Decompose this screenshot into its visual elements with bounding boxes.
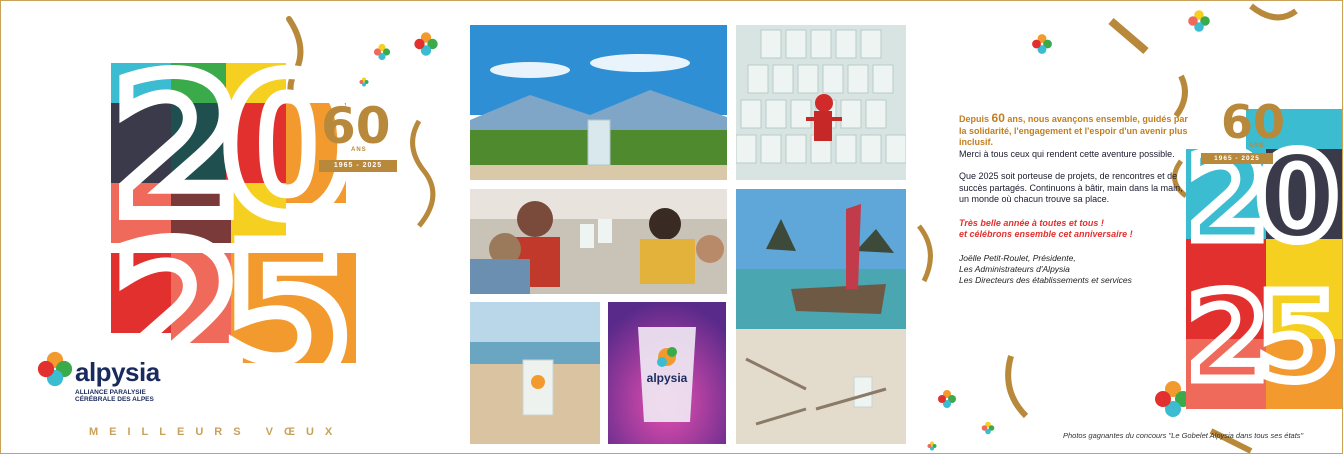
photo-caption: Photos gagnantes du concours "Le Gobelet… bbox=[1063, 431, 1304, 440]
badge-years-right: 1965 - 2025 bbox=[1201, 153, 1273, 164]
brand-subtitle: ALLIANCE PARALYSIE CÉRÉBRALE DES ALPES bbox=[75, 389, 154, 403]
photo-group-toast bbox=[470, 189, 727, 294]
greeting-card: 20 25 60 ANS 1965 - 2025 alpysia ALLIANC… bbox=[0, 0, 1343, 454]
alpysia-logo: alpysia ALLIANCE PARALYSIE CÉRÉBRALE DES… bbox=[37, 351, 237, 421]
message-block: Depuis 60 ans, nous avançons ensemble, g… bbox=[959, 111, 1189, 286]
signature-line-1: Joëlle Petit-Roulet, Présidente, bbox=[959, 252, 1076, 263]
highlight-line-2: et célébrons ensemble cet anniversaire ! bbox=[959, 229, 1133, 239]
photo-cup-sand bbox=[470, 302, 600, 444]
intro-lead: Depuis bbox=[959, 114, 992, 124]
flower-icon bbox=[981, 421, 995, 435]
badge-number-right: 60 bbox=[1221, 95, 1286, 149]
flower-icon bbox=[1188, 10, 1210, 32]
anniversary-badge: 60 ANS 1965 - 2025 bbox=[319, 98, 399, 188]
flower-icon bbox=[938, 390, 956, 408]
intro-paragraph: Depuis 60 ans, nous avançons ensemble, g… bbox=[959, 111, 1189, 160]
badge-unit: ANS bbox=[351, 147, 367, 153]
flower-icon bbox=[359, 77, 369, 87]
anniversary-badge-right: 60 ANS 1965 - 2025 bbox=[1201, 97, 1285, 167]
wishes-heading: MEILLEURS VŒUX bbox=[89, 426, 344, 438]
signature-line-3: Les Directeurs des établissements et ser… bbox=[959, 274, 1132, 285]
paragraph-wishes: Que 2025 soit porteuse de projets, de re… bbox=[959, 171, 1183, 204]
cup-brand-label: alpysia bbox=[647, 371, 688, 385]
photo-mountain bbox=[470, 25, 727, 180]
badge-unit-right: ANS bbox=[1249, 143, 1265, 149]
flower-icon bbox=[414, 32, 438, 56]
flower-icon bbox=[373, 43, 391, 61]
photo-boat-beach bbox=[736, 189, 906, 444]
signature-line-2: Les Administrateurs d'Alpysia bbox=[959, 263, 1070, 274]
svg-text:25: 25 bbox=[1186, 269, 1331, 408]
highlight-line-1: Très belle année à toutes et tous ! bbox=[959, 217, 1104, 228]
highlight-message: Très belle année à toutes et tous ! et c… bbox=[959, 218, 1189, 241]
flower-icon bbox=[1032, 34, 1052, 54]
badge-years: 1965 - 2025 bbox=[319, 160, 397, 172]
flower-icon bbox=[927, 441, 937, 451]
intro-number: 60 bbox=[991, 111, 1005, 125]
logo-flower-icon bbox=[37, 351, 73, 387]
photo-stacked-cups bbox=[736, 25, 906, 180]
photo-cup-purple: alpysia bbox=[608, 302, 726, 444]
intro-plain: Merci à tous ceux qui rendent cette aven… bbox=[959, 148, 1175, 159]
badge-number: 60 bbox=[321, 97, 391, 155]
brand-name: alpysia bbox=[75, 357, 160, 387]
signature: Joëlle Petit-Roulet, Présidente, Les Adm… bbox=[959, 253, 1189, 286]
